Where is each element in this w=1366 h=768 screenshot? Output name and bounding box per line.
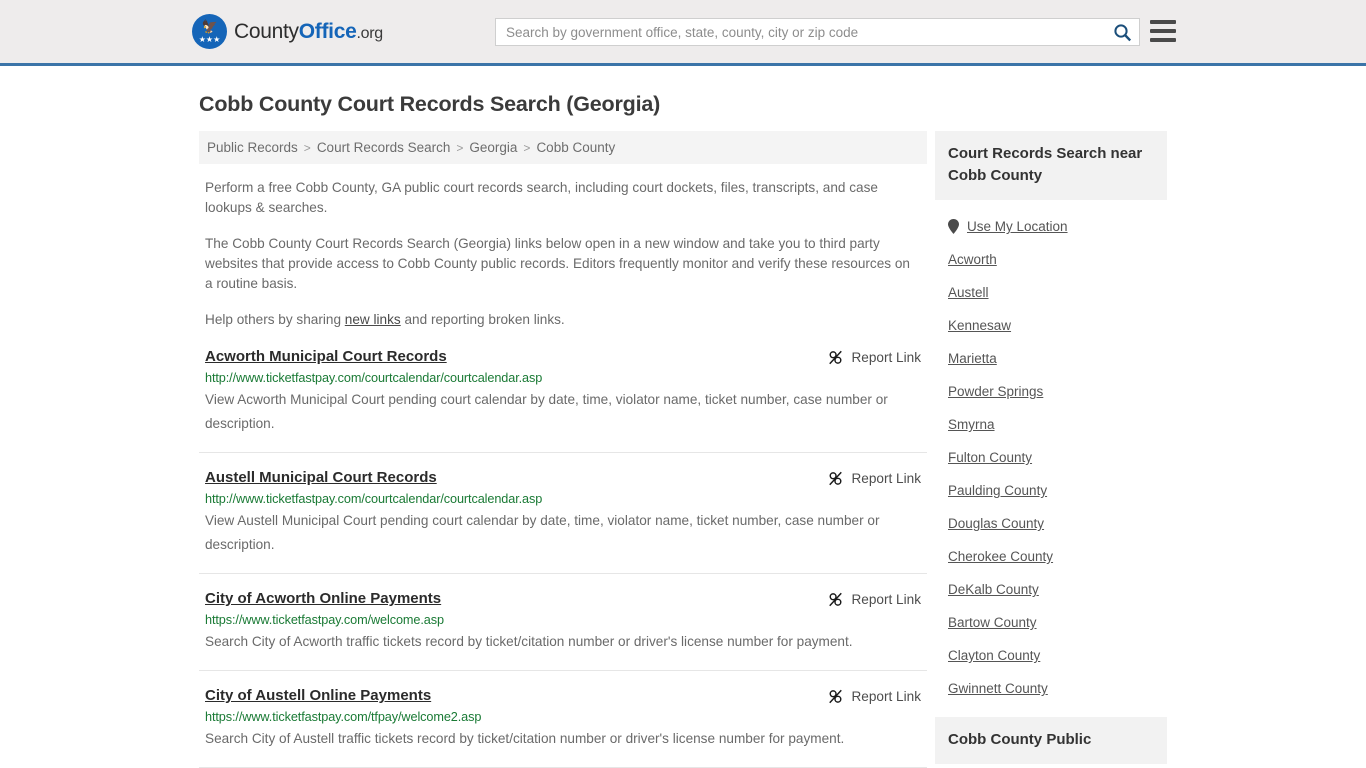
report-link-label: Report Link — [851, 350, 921, 365]
sidebar-item-label: Marietta — [948, 351, 997, 366]
sidebar-item-label: Cherokee County — [948, 549, 1054, 564]
sidebar-item-austell[interactable]: Austell — [935, 276, 1167, 309]
sidebar-item-fulton-county[interactable]: Fulton County — [935, 441, 1167, 474]
sidebar-item-clayton-county[interactable]: Clayton County — [935, 639, 1167, 672]
broken-link-icon — [829, 689, 843, 704]
result-url: https://www.ticketfastpay.com/tfpay/welc… — [205, 710, 482, 724]
result-title-link[interactable]: City of Acworth Online Payments — [205, 590, 441, 607]
sidebar-item-label: Use My Location — [967, 219, 1068, 234]
sidebar-item-kennesaw[interactable]: Kennesaw — [935, 309, 1167, 342]
result-url: http://www.ticketfastpay.com/courtcalend… — [205, 371, 543, 385]
hamburger-menu-icon[interactable] — [1150, 20, 1176, 42]
intro-paragraph-3-pre: Help others by sharing — [205, 312, 345, 327]
result-header: City of Acworth Online Payments Report L… — [199, 590, 927, 608]
sidebar-item-label: Acworth — [948, 252, 997, 267]
main-column: Public Records > Court Records Search > … — [199, 131, 927, 768]
sidebar-heading-nearby: Court Records Search near Cobb County — [935, 131, 1167, 200]
result-description: View Austell Municipal Court pending cou… — [205, 513, 880, 552]
breadcrumb-separator: > — [303, 140, 311, 155]
intro-paragraph-3: Help others by sharing new links and rep… — [205, 310, 917, 330]
report-link-label: Report Link — [851, 689, 921, 704]
page-title: Cobb County Court Records Search (Georgi… — [199, 92, 661, 116]
sidebar-item-label: DeKalb County — [948, 582, 1039, 597]
result-header: Acworth Municipal Court Records Report L… — [199, 348, 927, 366]
result-header: City of Austell Online Payments Report L… — [199, 687, 927, 705]
sidebar-item-label: Paulding County — [948, 483, 1048, 498]
sidebar-item-acworth[interactable]: Acworth — [935, 243, 1167, 276]
site-header: 🦅 ★★★ CountyOffice.org — [0, 0, 1366, 66]
brand-part-office: Office — [298, 19, 357, 43]
result-url: https://www.ticketfastpay.com/welcome.as… — [205, 613, 444, 627]
content-row: Public Records > Court Records Search > … — [0, 131, 1366, 768]
sidebar-item-gwinnett-county[interactable]: Gwinnett County — [935, 672, 1167, 705]
result-url: http://www.ticketfastpay.com/courtcalend… — [205, 492, 543, 506]
breadcrumb-item-court-records-search[interactable]: Court Records Search — [317, 140, 451, 155]
new-links-link[interactable]: new links — [345, 312, 401, 327]
result-header: Austell Municipal Court Records Report L… — [199, 469, 927, 487]
breadcrumb: Public Records > Court Records Search > … — [199, 131, 927, 164]
brand-wordmark: CountyOffice.org — [234, 20, 383, 44]
sidebar-item-label: Fulton County — [948, 450, 1033, 465]
sidebar-item-use-my-location[interactable]: Use My Location — [935, 210, 1167, 243]
eagle-shield-icon: 🦅 ★★★ — [192, 14, 227, 49]
result-description: Search City of Austell traffic tickets r… — [205, 731, 845, 746]
sidebar-item-label: Douglas County — [948, 516, 1045, 531]
result-item: Acworth Municipal Court Records Report L… — [199, 346, 927, 453]
sidebar-item-powder-springs[interactable]: Powder Springs — [935, 375, 1167, 408]
sidebar-heading-public-records: Cobb County Public — [935, 717, 1167, 764]
result-title-link[interactable]: Acworth Municipal Court Records — [205, 348, 447, 365]
intro-text: Perform a free Cobb County, GA public co… — [199, 178, 927, 330]
broken-link-icon — [829, 592, 843, 607]
page-body: Cobb County Court Records Search (Georgi… — [0, 92, 1366, 768]
sidebar-item-smyrna[interactable]: Smyrna — [935, 408, 1167, 441]
sidebar-item-label: Austell — [948, 285, 989, 300]
brand-part-county: County — [234, 19, 299, 43]
breadcrumb-separator: > — [523, 140, 531, 155]
breadcrumb-separator: > — [456, 140, 464, 155]
results-list: Acworth Municipal Court Records Report L… — [199, 346, 927, 768]
result-title-link[interactable]: Austell Municipal Court Records — [205, 469, 437, 486]
sidebar: Court Records Search near Cobb County Us… — [935, 131, 1167, 768]
result-title-link[interactable]: City of Austell Online Payments — [205, 687, 431, 704]
intro-paragraph-1: Perform a free Cobb County, GA public co… — [205, 180, 878, 215]
result-description: Search City of Acworth traffic tickets r… — [205, 634, 853, 649]
sidebar-item-label: Clayton County — [948, 648, 1041, 663]
sidebar-item-label: Kennesaw — [948, 318, 1012, 333]
breadcrumb-item-cobb-county[interactable]: Cobb County — [536, 140, 615, 155]
sidebar-item-cherokee-county[interactable]: Cherokee County — [935, 540, 1167, 573]
sidebar-item-label: Smyrna — [948, 417, 995, 432]
search-icon — [1113, 23, 1131, 41]
search-button[interactable] — [1105, 19, 1139, 45]
sidebar-item-dekalb-county[interactable]: DeKalb County — [935, 573, 1167, 606]
sidebar-item-douglas-county[interactable]: Douglas County — [935, 507, 1167, 540]
result-item: City of Acworth Online Payments Report L… — [199, 574, 927, 671]
brand-part-tld: .org — [356, 24, 383, 42]
sidebar-item-bartow-county[interactable]: Bartow County — [935, 606, 1167, 639]
broken-link-icon — [829, 471, 843, 486]
result-description: View Acworth Municipal Court pending cou… — [205, 392, 888, 431]
report-link-button[interactable]: Report Link — [827, 591, 921, 608]
result-item: Austell Municipal Court Records Report L… — [199, 453, 927, 574]
report-link-button[interactable]: Report Link — [827, 688, 921, 705]
result-item: City of Austell Online Payments Report L… — [199, 671, 927, 768]
map-pin-icon — [948, 219, 959, 234]
sidebar-item-marietta[interactable]: Marietta — [935, 342, 1167, 375]
intro-paragraph-2: The Cobb County Court Records Search (Ge… — [205, 236, 910, 291]
sidebar-nearby-links: Use My Location Acworth Austell Kennesaw… — [935, 200, 1167, 705]
search-bar — [495, 18, 1140, 46]
report-link-label: Report Link — [851, 592, 921, 607]
sidebar-item-label: Powder Springs — [948, 384, 1044, 399]
site-logo[interactable]: 🦅 ★★★ CountyOffice.org — [192, 14, 383, 49]
sidebar-item-label: Gwinnett County — [948, 681, 1048, 696]
report-link-button[interactable]: Report Link — [827, 349, 921, 366]
breadcrumb-item-public-records[interactable]: Public Records — [207, 140, 298, 155]
broken-link-icon — [829, 350, 843, 365]
sidebar-item-label: Bartow County — [948, 615, 1037, 630]
search-input[interactable] — [496, 19, 1105, 45]
sidebar-item-paulding-county[interactable]: Paulding County — [935, 474, 1167, 507]
breadcrumb-item-georgia[interactable]: Georgia — [469, 140, 517, 155]
intro-paragraph-3-post: and reporting broken links. — [400, 312, 565, 327]
report-link-label: Report Link — [851, 471, 921, 486]
report-link-button[interactable]: Report Link — [827, 470, 921, 487]
